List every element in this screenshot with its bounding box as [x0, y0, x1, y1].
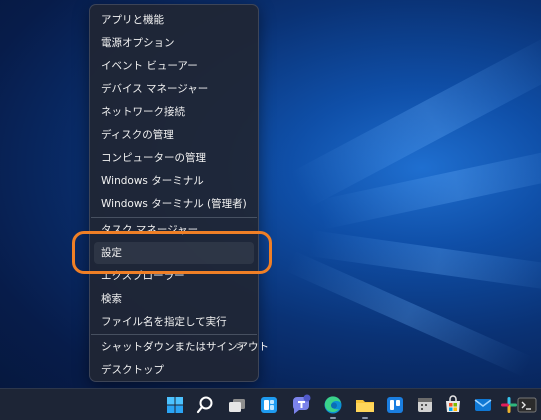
- menu-separator: [91, 217, 257, 218]
- chevron-right-icon: >: [235, 341, 244, 352]
- mail-icon[interactable]: [470, 392, 496, 418]
- taskbar: [0, 388, 541, 420]
- trello-icon[interactable]: [382, 392, 408, 418]
- menu-item-label: イベント ビューアー: [101, 60, 198, 72]
- menu-item-apps-and-features[interactable]: アプリと機能: [94, 9, 254, 31]
- running-indicator: [362, 417, 368, 419]
- teams-chat-icon[interactable]: [288, 392, 314, 418]
- menu-item-label: デバイス マネージャー: [101, 83, 209, 95]
- menu-item-label: ディスクの管理: [101, 129, 174, 141]
- task-view-icon[interactable]: [224, 392, 250, 418]
- menu-item-label: 電源オプション: [101, 37, 175, 49]
- calendar-icon[interactable]: [412, 392, 438, 418]
- menu-item-search[interactable]: 検索: [94, 288, 254, 310]
- menu-item-disk-management[interactable]: ディスクの管理: [94, 124, 254, 146]
- menu-item-desktop[interactable]: デスクトップ: [94, 359, 254, 381]
- windows-start-icon[interactable]: [162, 392, 188, 418]
- menu-item-shutdown-or-sign-out[interactable]: シャットダウンまたはサインアウト >: [94, 336, 269, 358]
- menu-item-windows-terminal[interactable]: Windows ターミナル: [94, 170, 254, 192]
- menu-item-label: デスクトップ: [101, 364, 164, 376]
- file-explorer-icon[interactable]: [352, 392, 378, 419]
- menu-item-computer-management[interactable]: コンピューターの管理: [94, 147, 254, 169]
- menu-item-label: アプリと機能: [101, 14, 164, 26]
- menu-item-label: Windows ターミナル: [101, 175, 204, 187]
- edge-icon[interactable]: [320, 392, 346, 419]
- menu-item-network-connections[interactable]: ネットワーク接続: [94, 101, 254, 123]
- terminal-icon[interactable]: [514, 392, 540, 418]
- annotation-highlight-ring: [72, 231, 272, 274]
- menu-item-device-manager[interactable]: デバイス マネージャー: [94, 78, 254, 100]
- widgets-icon[interactable]: [256, 392, 282, 418]
- search-icon[interactable]: [192, 392, 218, 418]
- menu-item-label: ファイル名を指定して実行: [101, 316, 227, 328]
- menu-item-windows-terminal-admin[interactable]: Windows ターミナル (管理者): [94, 193, 254, 215]
- menu-item-run[interactable]: ファイル名を指定して実行: [94, 311, 254, 333]
- menu-item-label: Windows ターミナル (管理者): [101, 198, 247, 210]
- menu-item-label: ネットワーク接続: [101, 106, 185, 118]
- quick-link-menu: アプリと機能 電源オプション イベント ビューアー デバイス マネージャー ネッ…: [89, 4, 269, 382]
- running-indicator: [330, 417, 336, 419]
- menu-separator: [91, 334, 257, 335]
- desktop: アプリと機能 電源オプション イベント ビューアー デバイス マネージャー ネッ…: [0, 0, 541, 420]
- menu-item-label: 検索: [101, 293, 122, 305]
- store-icon[interactable]: [440, 392, 466, 418]
- menu-item-label: コンピューターの管理: [101, 152, 206, 164]
- menu-item-event-viewer[interactable]: イベント ビューアー: [94, 55, 254, 77]
- menu-item-power-options[interactable]: 電源オプション: [94, 32, 254, 54]
